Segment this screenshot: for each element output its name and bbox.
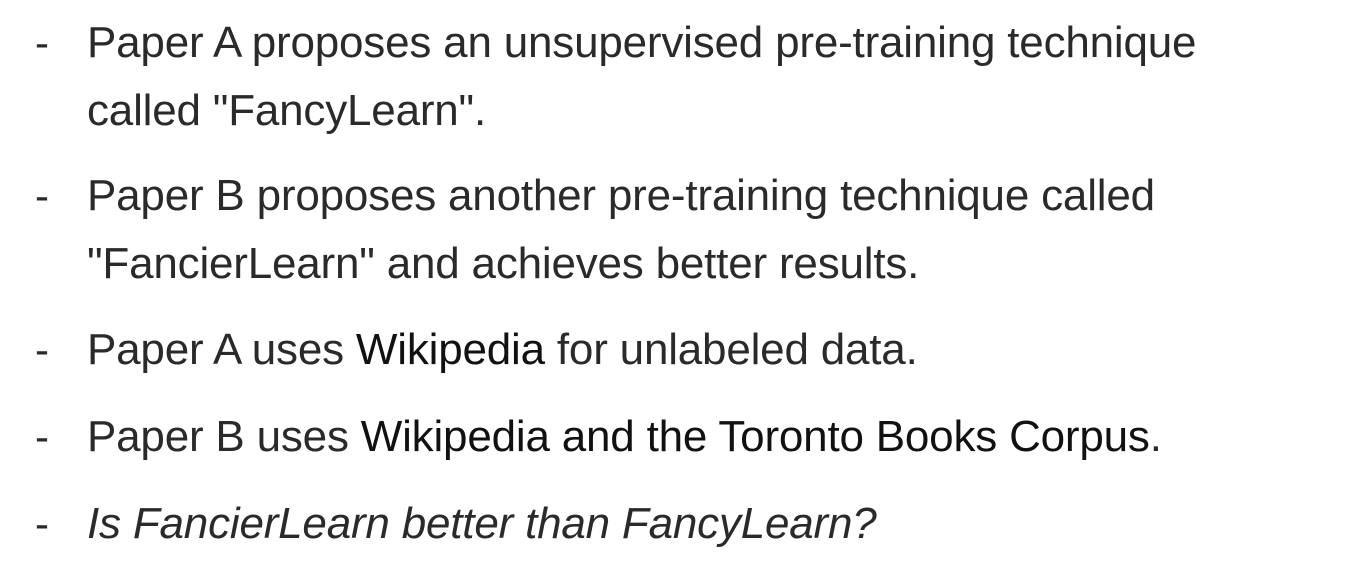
- bullet-text-question: Is FancierLearn better than FancyLearn?: [87, 499, 877, 548]
- bullet-list: - Paper A proposes an unsupervised pre-t…: [0, 0, 1351, 565]
- bullet-text-line-2: "FancierLearn" and achieves better resul…: [87, 239, 920, 288]
- bullet-text: Paper B proposes another pre-training te…: [87, 162, 1327, 298]
- bullet-text-suffix: for unlabeled data.: [544, 325, 918, 374]
- bullet-text: Paper A uses Wikipedia for unlabeled dat…: [87, 316, 1327, 384]
- bullet-text-line-1: Paper A proposes an unsupervised pre-tra…: [87, 18, 1197, 67]
- bullet-text-line-1: Paper B proposes another pre-training te…: [87, 171, 1155, 220]
- bullet-text: Paper A proposes an unsupervised pre-tra…: [87, 9, 1327, 145]
- bullet-text-line-2: called "FancyLearn".: [87, 86, 487, 135]
- bullet-text: Paper B uses Wikipedia and the Toronto B…: [87, 403, 1327, 471]
- bullet-text-emphasis: Wikipedia: [355, 325, 545, 374]
- bullet-text: Is FancierLearn better than FancyLearn?: [87, 490, 1327, 558]
- bullet-text-emphasis: Wikipedia and the Toronto Books Corpus: [360, 412, 1150, 461]
- bullet-text-prefix: Paper B uses: [87, 412, 361, 461]
- bullet-dash: -: [35, 326, 49, 373]
- bullet-dash: -: [35, 500, 49, 547]
- bullet-dash: -: [35, 413, 49, 460]
- bullet-text-suffix: .: [1149, 412, 1162, 461]
- bullet-text-prefix: Paper A uses: [87, 325, 356, 374]
- bullet-dash: -: [35, 172, 49, 219]
- bullet-dash: -: [35, 19, 49, 66]
